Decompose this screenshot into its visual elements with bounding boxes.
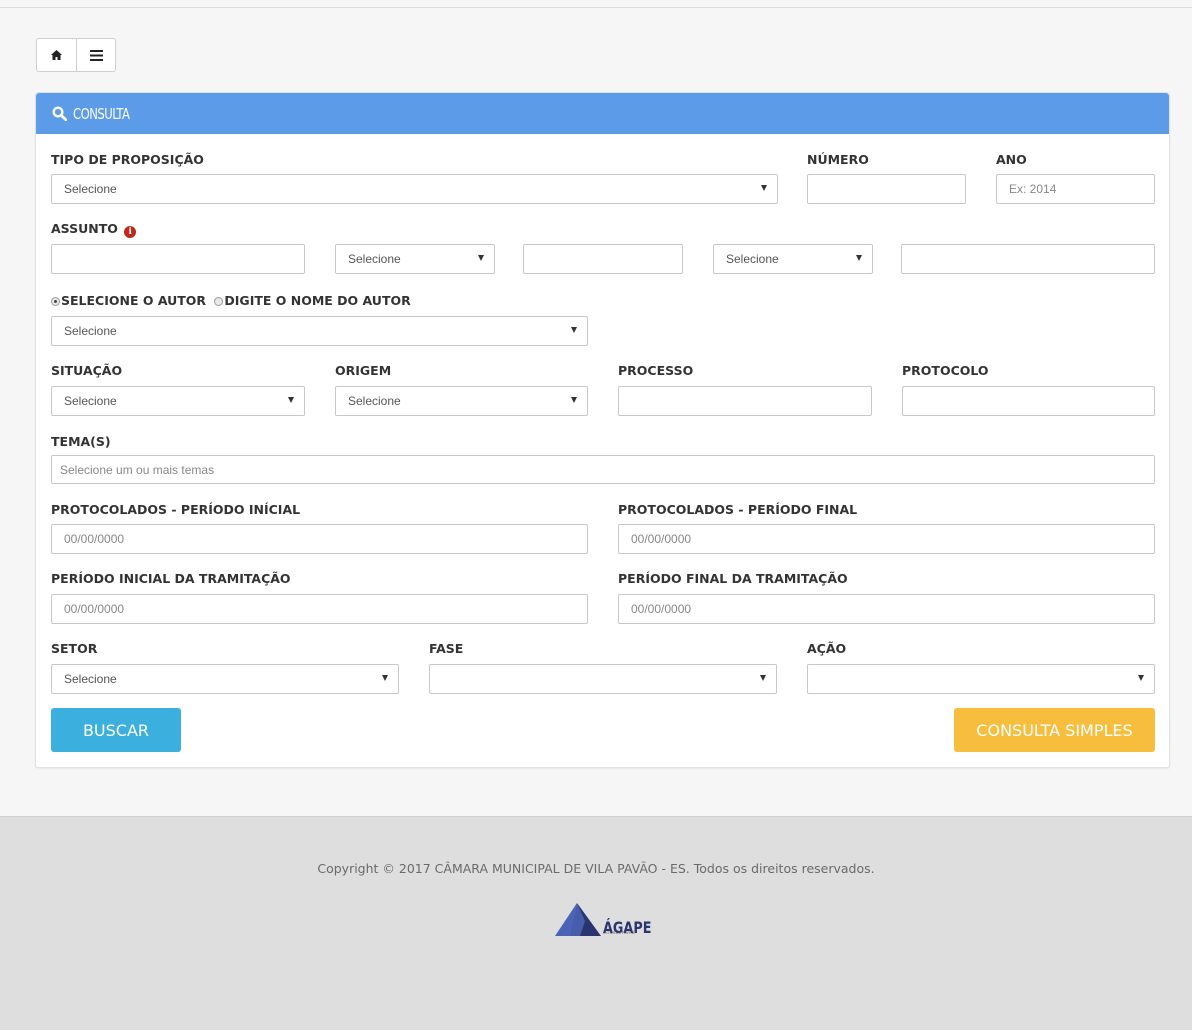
agape-logo-icon [555, 903, 601, 936]
radio-type-autor[interactable] [214, 297, 224, 306]
logo-subtext: CONSULTORIA [603, 930, 635, 935]
origem-value: Selecione [348, 394, 401, 408]
processo-label: PROCESSO [618, 363, 694, 378]
setor-value: Selecione [64, 672, 117, 686]
prot-inicial-label: PROTOCOLADOS - PERÍODO INÍCIAL [51, 502, 301, 517]
setor-select[interactable]: Selecione [51, 664, 399, 694]
caret-down-icon [761, 185, 767, 191]
caret-down-icon [478, 255, 484, 261]
origem-select[interactable]: Selecione [335, 386, 588, 416]
radio-select-autor[interactable] [51, 297, 60, 306]
assunto-input-2[interactable] [523, 244, 683, 274]
top-toolbar [36, 38, 116, 72]
top-divider [0, 7, 1192, 8]
tram-final-placeholder: 00/00/0000 [631, 602, 692, 616]
tram-final-label: PERÍODO FINAL DA TRAMITAÇÃO [618, 571, 848, 586]
tipo-label: TIPO DE PROPOSIÇÃO [51, 152, 204, 167]
origem-label: ORIGEM [335, 363, 392, 378]
situacao-select[interactable]: Selecione [51, 386, 305, 416]
prot-final-label: PROTOCOLADOS - PERÍODO FINAL [618, 502, 858, 517]
processo-input[interactable] [618, 386, 872, 416]
bars-icon [89, 49, 103, 61]
info-icon[interactable]: i [124, 226, 137, 238]
caret-down-icon [571, 327, 577, 333]
tram-final-input[interactable]: 00/00/0000 [618, 594, 1155, 624]
acao-select[interactable] [807, 664, 1155, 694]
protocolo-input[interactable] [902, 386, 1155, 416]
tipo-value: Selecione [64, 182, 117, 196]
footer: Copyright © 2017 CÂMARA MUNICIPAL DE VIL… [0, 816, 1192, 1030]
prot-inicial-input[interactable]: 00/00/0000 [51, 524, 588, 554]
fase-select[interactable] [429, 664, 777, 694]
ano-placeholder: Ex: 2014 [1009, 182, 1057, 196]
assunto-label: ASSUNTO i [51, 221, 137, 238]
protocolo-label: PROTOCOLO [902, 363, 989, 378]
situacao-label: SITUAÇÃO [51, 363, 123, 378]
tram-inicial-label: PERÍODO INICIAL DA TRAMITAÇÃO [51, 571, 291, 586]
assunto-select-2-value: Selecione [726, 252, 779, 266]
agape-logo[interactable]: ÁGAPE CONSULTORIA [555, 901, 664, 937]
fase-label: FASE [429, 641, 464, 656]
tipo-select[interactable]: Selecione [51, 174, 778, 204]
search-icon [52, 106, 67, 121]
menu-button[interactable] [76, 39, 115, 71]
panel-title: CONSULTA [73, 104, 130, 123]
assunto-input-1[interactable] [51, 244, 305, 274]
setor-label: SETOR [51, 641, 98, 656]
prot-final-input[interactable]: 00/00/0000 [618, 524, 1155, 554]
autor-select[interactable]: Selecione [51, 316, 588, 346]
numero-label: NÚMERO [807, 152, 869, 167]
tram-inicial-input[interactable]: 00/00/0000 [51, 594, 588, 624]
radio-select-autor-label: SELECIONE O AUTOR [61, 293, 207, 308]
assunto-select-2[interactable]: Selecione [713, 244, 873, 274]
copyright-text: Copyright © 2017 CÂMARA MUNICIPAL DE VIL… [317, 861, 875, 876]
buscar-button[interactable]: BUSCAR [51, 708, 181, 752]
prot-inicial-placeholder: 00/00/0000 [64, 532, 125, 546]
temas-input[interactable]: Selecione um ou mais temas [51, 455, 1155, 484]
ano-input[interactable]: Ex: 2014 [996, 174, 1155, 204]
temas-placeholder: Selecione um ou mais temas [60, 462, 215, 477]
ano-label: ANO [996, 152, 1027, 167]
caret-down-icon [760, 675, 766, 681]
autor-value: Selecione [64, 324, 117, 338]
temas-label: TEMA(S) [51, 434, 111, 449]
caret-down-icon [1138, 675, 1144, 681]
caret-down-icon [571, 397, 577, 403]
assunto-label-text: ASSUNTO [51, 221, 118, 236]
assunto-select-1[interactable]: Selecione [335, 244, 495, 274]
caret-down-icon [856, 255, 862, 261]
prot-final-placeholder: 00/00/0000 [631, 532, 692, 546]
caret-down-icon [288, 397, 294, 403]
consulta-panel: CONSULTA TIPO DE PROPOSIÇÃO NÚMERO ANO S… [35, 92, 1170, 768]
autor-options: SELECIONE O AUTOR DIGITE O NOME DO AUTOR [51, 293, 411, 308]
consulta-simples-button[interactable]: CONSULTA SIMPLES [954, 708, 1155, 752]
numero-input[interactable] [807, 174, 966, 204]
assunto-select-1-value: Selecione [348, 252, 401, 266]
home-icon [51, 50, 62, 60]
assunto-input-3[interactable] [901, 244, 1155, 274]
caret-down-icon [382, 675, 388, 681]
radio-type-autor-label: DIGITE O NOME DO AUTOR [224, 293, 411, 308]
situacao-value: Selecione [64, 394, 117, 408]
home-button[interactable] [37, 39, 76, 71]
tram-inicial-placeholder: 00/00/0000 [64, 602, 125, 616]
acao-label: AÇÃO [807, 641, 847, 656]
panel-header: CONSULTA [36, 93, 1169, 134]
